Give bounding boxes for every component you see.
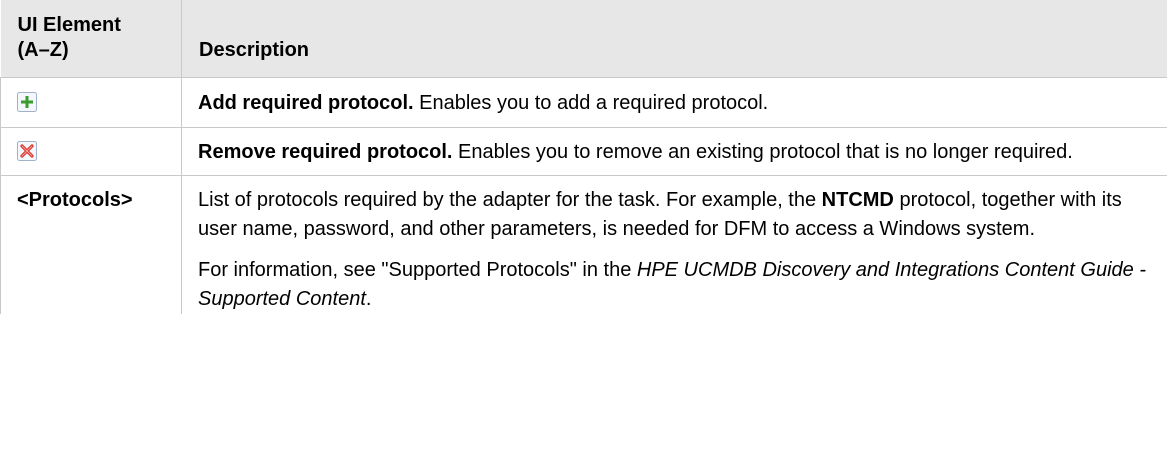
protocols-description-paragraph: List of protocols required by the adapte…: [198, 186, 1154, 244]
description-cell: Add required protocol. Enables you to ad…: [181, 77, 1167, 128]
ui-element-cell: <Protocols>: [0, 175, 182, 314]
protocols-element-name: <Protocols>: [17, 189, 133, 211]
ui-elements-table: UI Element (A–Z) Description Add require…: [0, 0, 1167, 314]
description-cell: Remove required protocol. Enables you to…: [181, 127, 1167, 176]
header-ui-element-line2: (A–Z): [17, 39, 69, 61]
add-icon: [17, 92, 37, 112]
add-required-protocol-title: Add required protocol.: [198, 92, 414, 114]
header-description: Description: [181, 0, 1167, 78]
add-required-protocol-text: Enables you to add a required protocol.: [413, 92, 769, 114]
remove-required-protocol-text: Enables you to remove an existing protoc…: [452, 141, 1073, 163]
ui-element-cell: [0, 127, 182, 176]
header-ui-element-line1: UI Element: [17, 14, 121, 36]
ui-element-cell: [0, 77, 182, 128]
remove-icon: [17, 141, 37, 161]
info-text-1: For information, see "Supported Protocol…: [198, 259, 637, 281]
table-row: Remove required protocol. Enables you to…: [0, 127, 1167, 176]
protocols-info-paragraph: For information, see "Supported Protocol…: [198, 256, 1154, 314]
info-text-2: .: [365, 288, 372, 310]
header-ui-element: UI Element (A–Z): [0, 0, 182, 78]
remove-required-protocol-title: Remove required protocol.: [198, 141, 453, 163]
ntcmd-bold-text: NTCMD: [821, 189, 894, 211]
protocols-text-1: List of protocols required by the adapte…: [198, 189, 822, 211]
description-cell: List of protocols required by the adapte…: [182, 176, 1167, 315]
table-row: <Protocols> List of protocols required b…: [0, 175, 1167, 315]
table-header-row: UI Element (A–Z) Description: [0, 0, 1167, 78]
table-row: Add required protocol. Enables you to ad…: [0, 77, 1167, 128]
